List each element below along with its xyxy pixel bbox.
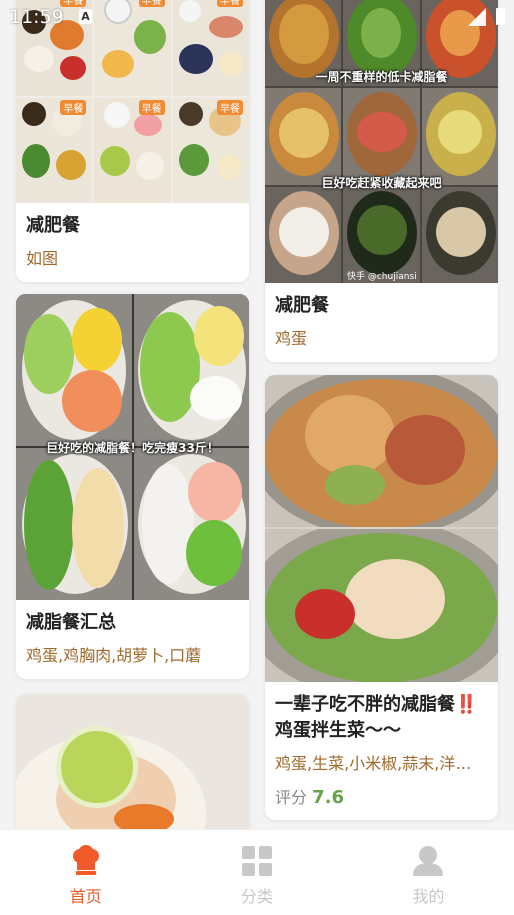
recipe-title: 减脂餐汇总 (26, 612, 116, 633)
status-bar: 11:59 A (0, 0, 514, 34)
recipe-title: 一辈子吃不胖的减脂餐‼️ 鸡蛋拌生菜～～ (275, 692, 488, 744)
image-caption: 巨好吃的减脂餐！吃完瘦33斤！ (46, 441, 219, 455)
tab-mine[interactable]: 我的 (343, 830, 514, 915)
recipe-ingredients: 鸡蛋 (275, 329, 308, 348)
recipe-card[interactable]: 一辈子吃不胖的减脂餐‼️ 鸡蛋拌生菜～～ 鸡蛋,生菜,小米椒,蒜末,洋… 评分 … (265, 375, 498, 820)
breakfast-tag: 早餐 (60, 99, 87, 115)
recipe-title-line2: 鸡蛋拌生菜～～ (275, 720, 401, 741)
image-caption: 巨好吃赶紧收藏起来吧 (321, 176, 442, 190)
recipe-card[interactable]: 巨好吃的减脂餐！吃完瘦33斤！ 减脂餐汇总 鸡蛋,鸡胸肉,胡萝卜,口蘑 (16, 294, 249, 679)
tab-home-label: 首页 (69, 887, 102, 906)
grid-icon (241, 845, 273, 877)
bottom-tab-bar: 首页 分类 我的 (0, 829, 514, 915)
tab-category[interactable]: 分类 (171, 830, 342, 915)
keyboard-indicator-icon: A (79, 9, 92, 24)
battery-icon (496, 8, 505, 25)
recipe-title-line1: 一辈子吃不胖的减脂餐 (275, 694, 455, 715)
rating-label: 评分 (275, 788, 308, 807)
rating-value: 7.6 (312, 787, 344, 808)
recipe-ingredients: 如图 (26, 249, 59, 268)
watermark: 快手 @chujiansi (347, 272, 417, 282)
chef-hat-icon (70, 845, 102, 877)
recipe-ingredients: 鸡蛋,鸡胸肉,胡萝卜,口蘑 (26, 646, 202, 665)
person-icon (412, 845, 444, 877)
recipe-ingredients: 鸡蛋,生菜,小米椒,蒜末,洋… (275, 754, 472, 773)
tab-category-label: 分类 (240, 887, 273, 906)
recipe-rating: 评分 7.6 (275, 784, 488, 808)
signal-icon (468, 8, 486, 26)
recipe-image: 一周不重样的低卡减脂餐 巨好吃赶紧收藏起来吧 快手 @chujiansi (265, 0, 498, 283)
recipe-image: 巨好吃的减脂餐！吃完瘦33斤！ (16, 294, 249, 600)
recipe-title: 减肥餐 (275, 295, 329, 316)
recipe-card[interactable]: 早餐 早餐 早餐 早餐 早餐 早餐 减肥餐 如图 (16, 0, 249, 282)
breakfast-tag: 早餐 (217, 99, 243, 115)
tab-home[interactable]: 首页 (0, 830, 171, 915)
tab-mine-label: 我的 (412, 887, 445, 906)
breakfast-tag: 早餐 (138, 99, 165, 115)
recipe-title: 减肥餐 (26, 215, 80, 236)
title-emoji: ‼️ (455, 694, 478, 715)
recipe-card[interactable]: 一周不重样的低卡减脂餐 巨好吃赶紧收藏起来吧 快手 @chujiansi 减肥餐… (265, 0, 498, 362)
status-time: 11:59 (9, 6, 64, 28)
recipe-image (265, 375, 498, 682)
image-caption: 一周不重样的低卡减脂餐 (315, 70, 448, 84)
